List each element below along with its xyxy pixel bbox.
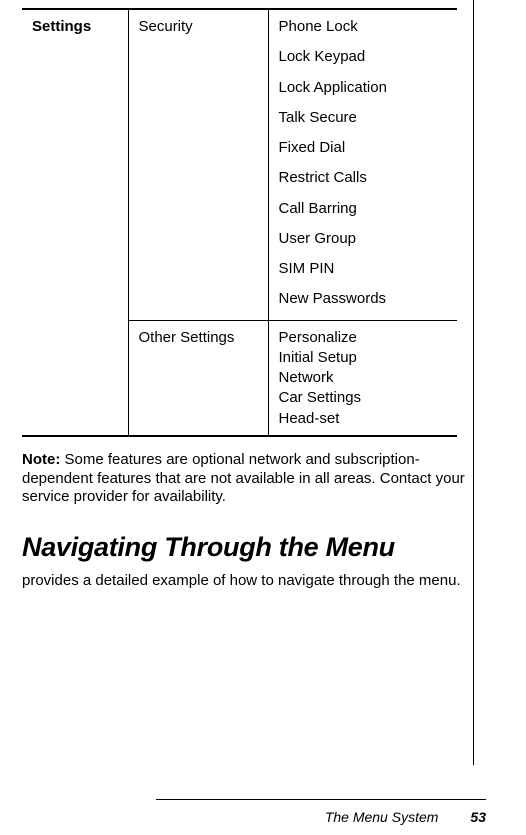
table-cell-security-items: Phone Lock Lock Keypad Lock Application … [268, 9, 457, 320]
vertical-divider [473, 0, 474, 765]
security-item: Talk Secure [279, 109, 448, 126]
security-item: Phone Lock [279, 18, 448, 35]
security-item: Lock Application [279, 79, 448, 96]
page-number: 53 [470, 809, 486, 825]
settings-table: Settings Security Phone Lock Lock Keypad… [22, 8, 457, 437]
other-item: Initial Setup [279, 349, 448, 366]
table-cell-other-label: Other Settings [128, 320, 268, 436]
table-cell-security-label: Security [128, 9, 268, 320]
security-item: New Passwords [279, 290, 448, 307]
security-item: SIM PIN [279, 260, 448, 277]
note-label: Note: [22, 451, 65, 468]
table-col-settings: Settings [22, 9, 128, 436]
other-item: Personalize [279, 329, 448, 346]
security-item: Fixed Dial [279, 139, 448, 156]
section-heading: Navigating Through the Menu [22, 533, 452, 562]
section-paragraph: provides a detailed example of how to na… [22, 572, 467, 591]
security-item: Lock Keypad [279, 48, 448, 65]
footer-title: The Menu System [325, 809, 439, 825]
security-item: Restrict Calls [279, 169, 448, 186]
security-item: Call Barring [279, 200, 448, 217]
footer-rule [156, 799, 486, 800]
note-paragraph: Note: Some features are optional network… [22, 451, 472, 507]
other-item: Car Settings [279, 389, 448, 406]
other-item: Network [279, 369, 448, 386]
security-item: User Group [279, 230, 448, 247]
other-item: Head-set [279, 410, 448, 427]
note-body: Some features are optional network and s… [22, 451, 465, 506]
table-cell-other-items: Personalize Initial Setup Network Car Se… [268, 320, 457, 436]
